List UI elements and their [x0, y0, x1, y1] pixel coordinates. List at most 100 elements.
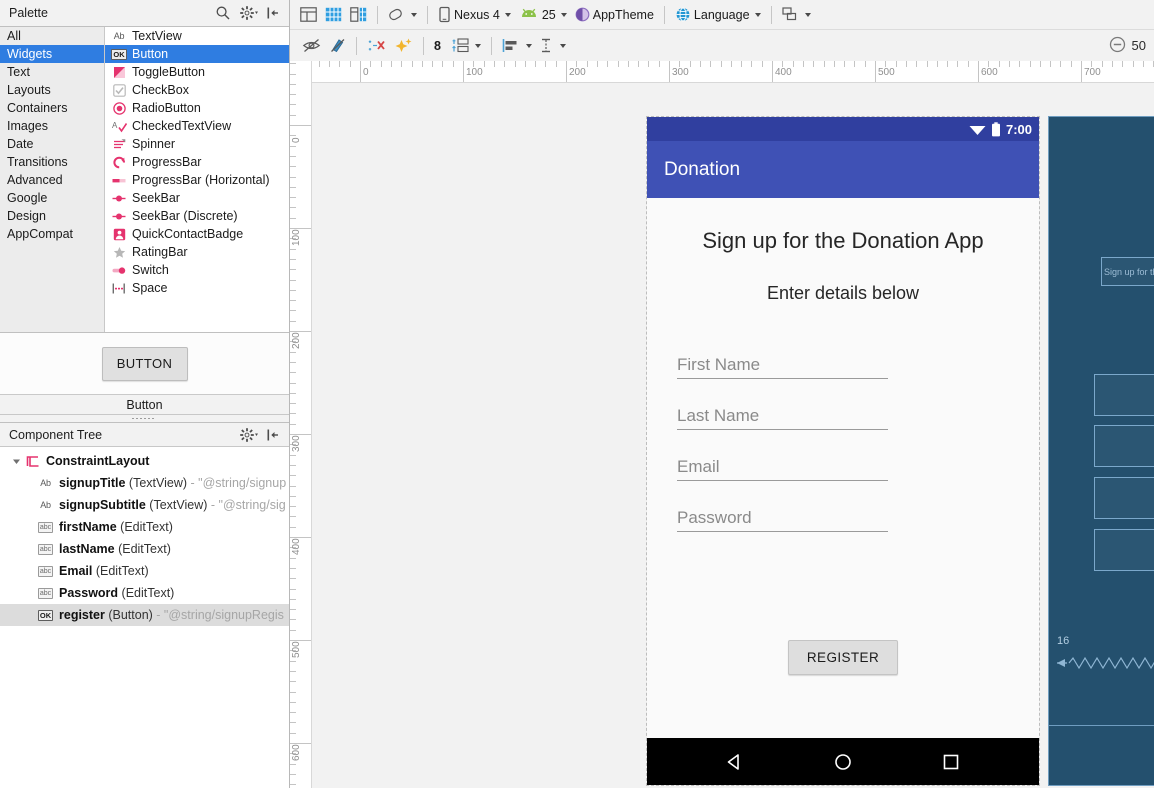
- orientation-button[interactable]: [384, 3, 421, 27]
- tree-row-lastname[interactable]: abc lastName (EditText): [0, 538, 289, 560]
- palette-item-checkbox[interactable]: CheckBox: [105, 81, 289, 99]
- palette-item-quickcontactbadge[interactable]: QuickContactBadge: [105, 225, 289, 243]
- register-button[interactable]: REGISTER: [787, 640, 899, 675]
- blueprint-view-button[interactable]: [321, 3, 346, 27]
- tree-node-name: firstName: [59, 520, 117, 534]
- infer-constraints-button[interactable]: [390, 34, 417, 58]
- palette-group-design[interactable]: Design: [0, 207, 104, 225]
- tree-node-name: lastName: [59, 542, 115, 556]
- editor-toolbar-constraints: 8 50: [290, 30, 1154, 61]
- device-selector[interactable]: Nexus 4: [434, 3, 515, 27]
- palette-item-radiobutton[interactable]: RadioButton: [105, 99, 289, 117]
- palette-item-spinner[interactable]: Spinner: [105, 135, 289, 153]
- svg-text:A: A: [112, 121, 118, 130]
- align-icon: [502, 39, 517, 52]
- palette-item-checkedtextview[interactable]: A CheckedTextView: [105, 117, 289, 135]
- design-canvas[interactable]: 7:00 Donation Sign up for the Donation A…: [312, 83, 1154, 788]
- tree-row-constraintlayout[interactable]: ConstraintLayout: [0, 450, 289, 472]
- gear-icon[interactable]: [240, 5, 258, 21]
- show-constraints-button[interactable]: [298, 34, 325, 58]
- search-icon[interactable]: [215, 5, 231, 21]
- palette-group-layouts[interactable]: Layouts: [0, 81, 104, 99]
- tree-row-password[interactable]: abc Password (EditText): [0, 582, 289, 604]
- blueprint-margin-left: 16: [1057, 635, 1070, 647]
- panel-splitter[interactable]: [0, 415, 289, 423]
- chevron-down-icon[interactable]: [10, 455, 22, 467]
- palette-item-button[interactable]: OK Button: [105, 45, 289, 63]
- zoom-out-button[interactable]: [1109, 36, 1126, 56]
- palette-item-label: Space: [132, 281, 168, 295]
- clear-constraints-button[interactable]: [363, 34, 390, 58]
- blueprint-preview[interactable]: Sign up for the Donation App Enter detai…: [1048, 116, 1154, 786]
- recents-nav-icon[interactable]: [941, 752, 961, 772]
- default-margin-value[interactable]: 8: [430, 34, 447, 58]
- last-name-hint: Last Name: [677, 406, 760, 425]
- palette-item-seekbar[interactable]: SeekBar: [105, 189, 289, 207]
- palette-group-all[interactable]: All: [0, 27, 104, 45]
- palette-group-appcompat[interactable]: AppCompat: [0, 225, 104, 243]
- split-view-button[interactable]: [346, 3, 371, 27]
- tree-row-email[interactable]: abc Email (EditText): [0, 560, 289, 582]
- home-nav-icon[interactable]: [833, 752, 853, 772]
- ruler-label: 600: [291, 744, 302, 761]
- palette-group-google[interactable]: Google: [0, 189, 104, 207]
- gear-icon[interactable]: [240, 427, 258, 443]
- tree-row-signupsubtitle[interactable]: Ab signupSubtitle (TextView) - "@string/…: [0, 494, 289, 516]
- ruler-tick: [290, 248, 296, 250]
- margin-selector-button[interactable]: [447, 34, 485, 58]
- collapse-icon[interactable]: [265, 5, 281, 21]
- device-nav-bar: [647, 738, 1039, 785]
- ruler-tick: [290, 423, 296, 425]
- ruler-tick: [290, 773, 296, 775]
- back-nav-icon[interactable]: [725, 752, 745, 772]
- palette-group-images[interactable]: Images: [0, 117, 104, 135]
- editor-toolbar-top: Nexus 4 25 AppTheme Language: [290, 0, 1154, 30]
- palette-item-space[interactable]: Space: [105, 279, 289, 297]
- email-field[interactable]: Email: [677, 457, 888, 481]
- ruler-tick: [514, 61, 516, 67]
- palette-item-ratingbar[interactable]: RatingBar: [105, 243, 289, 261]
- first-name-field[interactable]: First Name: [677, 355, 888, 379]
- palette-item-togglebutton[interactable]: ToggleButton: [105, 63, 289, 81]
- tree-row-register[interactable]: OK register (Button) - "@string/signupRe…: [0, 604, 289, 626]
- design-view-button[interactable]: [296, 3, 321, 27]
- palette-item-switch[interactable]: Switch: [105, 261, 289, 279]
- chevron-down-icon: [504, 12, 511, 17]
- palette-item-progressbar[interactable]: ProgressBar: [105, 153, 289, 171]
- align-button[interactable]: [498, 34, 536, 58]
- blueprint-first-name-box[interactable]: [1094, 374, 1154, 416]
- layout-variants-button[interactable]: [778, 3, 815, 27]
- blueprint-email-box[interactable]: [1094, 477, 1154, 519]
- tree-row-signuptitle[interactable]: Ab signupTitle (TextView) - "@string/sig…: [0, 472, 289, 494]
- collapse-icon[interactable]: [265, 427, 281, 443]
- ruler-label: 100: [466, 67, 483, 78]
- tree-row-firstname[interactable]: abc firstName (EditText): [0, 516, 289, 538]
- last-name-field[interactable]: Last Name: [677, 406, 888, 430]
- palette-item-label: Button: [132, 47, 169, 61]
- language-selector[interactable]: Language: [671, 3, 765, 27]
- palette-group-text[interactable]: Text: [0, 63, 104, 81]
- autoconnect-button[interactable]: [325, 34, 350, 58]
- guidelines-button[interactable]: [536, 34, 570, 58]
- palette-item-textview[interactable]: Ab TextView: [105, 27, 289, 45]
- palette-group-widgets[interactable]: Widgets: [0, 45, 104, 63]
- palette-group-date[interactable]: Date: [0, 135, 104, 153]
- blueprint-last-name-box[interactable]: [1094, 425, 1154, 467]
- password-field[interactable]: Password: [677, 508, 888, 532]
- palette-group-transitions[interactable]: Transitions: [0, 153, 104, 171]
- design-view-icon: [300, 7, 317, 22]
- theme-selector[interactable]: AppTheme: [571, 3, 658, 27]
- radiobutton-icon: [111, 101, 127, 115]
- palette-item-seekbar-discrete[interactable]: SeekBar (Discrete): [105, 207, 289, 225]
- device-preview[interactable]: 7:00 Donation Sign up for the Donation A…: [646, 116, 1040, 786]
- palette-group-containers[interactable]: Containers: [0, 99, 104, 117]
- globe-icon: [676, 7, 690, 22]
- api-selector[interactable]: 25: [515, 3, 571, 27]
- android-icon: [521, 8, 536, 17]
- ruler-label: 200: [291, 332, 302, 349]
- palette-item-progressbar-horizontal[interactable]: ProgressBar (Horizontal): [105, 171, 289, 189]
- api-label: 25: [541, 7, 556, 22]
- blueprint-password-box[interactable]: [1094, 529, 1154, 571]
- palette-group-advanced[interactable]: Advanced: [0, 171, 104, 189]
- button-icon: OK: [111, 48, 127, 60]
